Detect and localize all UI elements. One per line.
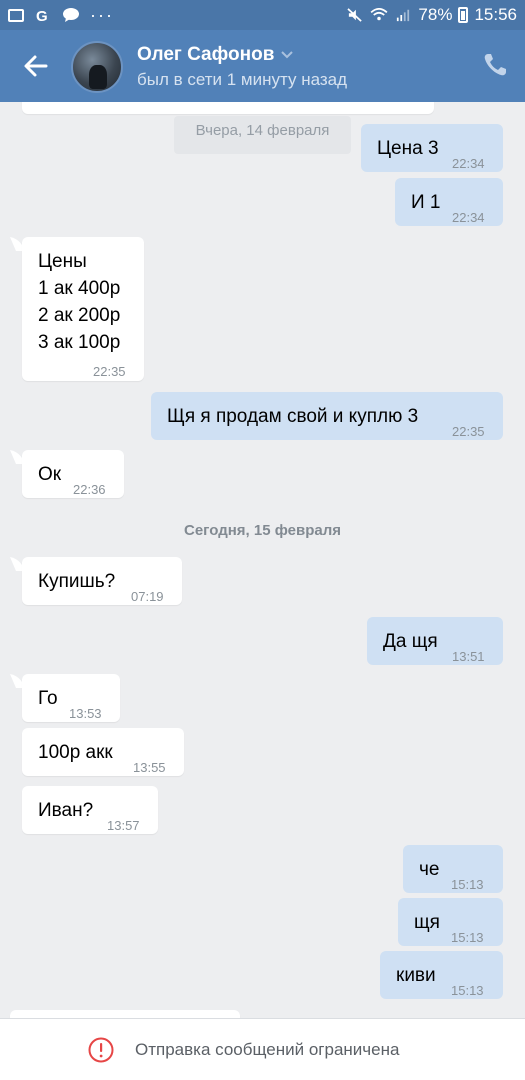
message-list[interactable]: Вчера, 14 февраля Цена 3 22:34 И 1 22:34… xyxy=(0,102,525,1018)
message-outgoing[interactable]: Цена 3 22:34 xyxy=(361,124,503,172)
message-time: 22:36 xyxy=(73,482,106,497)
message-text: киви xyxy=(396,965,436,986)
message-text: Го xyxy=(38,688,58,709)
message-text: Цена 3 xyxy=(377,138,439,159)
gallery-icon xyxy=(8,8,24,22)
message-incoming[interactable]: Го 13:53 xyxy=(22,674,120,722)
message-bubble-partial xyxy=(10,1010,240,1018)
avatar[interactable] xyxy=(71,41,123,93)
message-text: 100р акк xyxy=(38,742,113,763)
phone-icon[interactable] xyxy=(482,52,508,78)
message-incoming[interactable]: 100р акк 13:55 xyxy=(22,728,184,776)
message-text: че xyxy=(419,859,440,880)
battery-percent: 78% xyxy=(418,5,453,24)
message-time: 13:53 xyxy=(69,706,102,721)
message-time: 22:35 xyxy=(93,364,126,379)
clock: 15:56 xyxy=(474,5,517,24)
message-text: Купишь? xyxy=(38,571,116,592)
mute-icon xyxy=(347,8,363,22)
message-text: И 1 xyxy=(411,192,441,213)
message-time: 22:34 xyxy=(452,156,485,171)
message-text: Да щя xyxy=(383,631,438,652)
message-time: 22:34 xyxy=(452,210,485,225)
message-text: щя xyxy=(414,912,440,933)
message-time: 15:13 xyxy=(451,877,484,892)
message-incoming[interactable]: Купишь? 07:19 xyxy=(22,557,182,605)
message-time: 13:57 xyxy=(107,818,140,833)
message-time: 13:51 xyxy=(452,649,485,664)
date-separator-yesterday: Вчера, 14 февраля xyxy=(174,116,351,154)
back-arrow-icon[interactable] xyxy=(20,50,52,82)
date-separator-today: Сегодня, 15 февраля xyxy=(184,522,341,539)
message-time: 07:19 xyxy=(131,589,164,604)
chevron-down-icon[interactable] xyxy=(280,48,294,62)
chat-header: Олег Сафонов был в сети 1 минуту назад xyxy=(0,30,525,102)
messaging-restricted-bar: Отправка сообщений ограничена xyxy=(0,1018,525,1080)
message-outgoing[interactable]: И 1 22:34 xyxy=(395,178,503,226)
message-incoming[interactable]: Цены 1 ак 400р 2 ак 200р 3 ак 100р 22:35 xyxy=(22,237,144,381)
message-time: 22:35 xyxy=(452,424,485,439)
message-text: Ок xyxy=(38,464,62,485)
last-seen-status: был в сети 1 минуту назад xyxy=(137,70,348,89)
message-outgoing[interactable]: Да щя 13:51 xyxy=(367,617,503,665)
svg-text:G: G xyxy=(36,8,48,22)
chat-bubble-icon xyxy=(63,8,79,22)
more-notifications-icon: ··· xyxy=(90,5,114,25)
battery-icon xyxy=(458,7,469,23)
message-text: Цены 1 ак 400р 2 ак 200р 3 ак 100р xyxy=(38,251,121,353)
signal-icon xyxy=(397,9,410,22)
message-text: Иван? xyxy=(38,800,94,821)
messaging-restricted-text: Отправка сообщений ограничена xyxy=(135,1040,400,1059)
message-time: 13:55 xyxy=(133,760,166,775)
g-icon: G xyxy=(36,8,48,22)
message-outgoing[interactable]: щя 15:13 xyxy=(398,898,503,946)
message-incoming[interactable]: Ок 22:36 xyxy=(22,450,124,498)
warning-icon xyxy=(88,1037,114,1063)
message-outgoing[interactable]: че 15:13 xyxy=(403,845,503,893)
message-bubble-partial xyxy=(22,102,434,114)
message-incoming[interactable]: Иван? 13:57 xyxy=(22,786,158,834)
message-time: 15:13 xyxy=(451,930,484,945)
message-outgoing[interactable]: киви 15:13 xyxy=(380,951,503,999)
message-text: Щя я продам свой и куплю 3 xyxy=(167,406,419,427)
contact-name[interactable]: Олег Сафонов xyxy=(137,44,274,66)
status-bar: G ··· 78% 15:56 xyxy=(0,0,525,30)
message-time: 15:13 xyxy=(451,983,484,998)
wifi-icon xyxy=(370,8,388,21)
message-outgoing[interactable]: Щя я продам свой и куплю 3 22:35 xyxy=(151,392,503,440)
